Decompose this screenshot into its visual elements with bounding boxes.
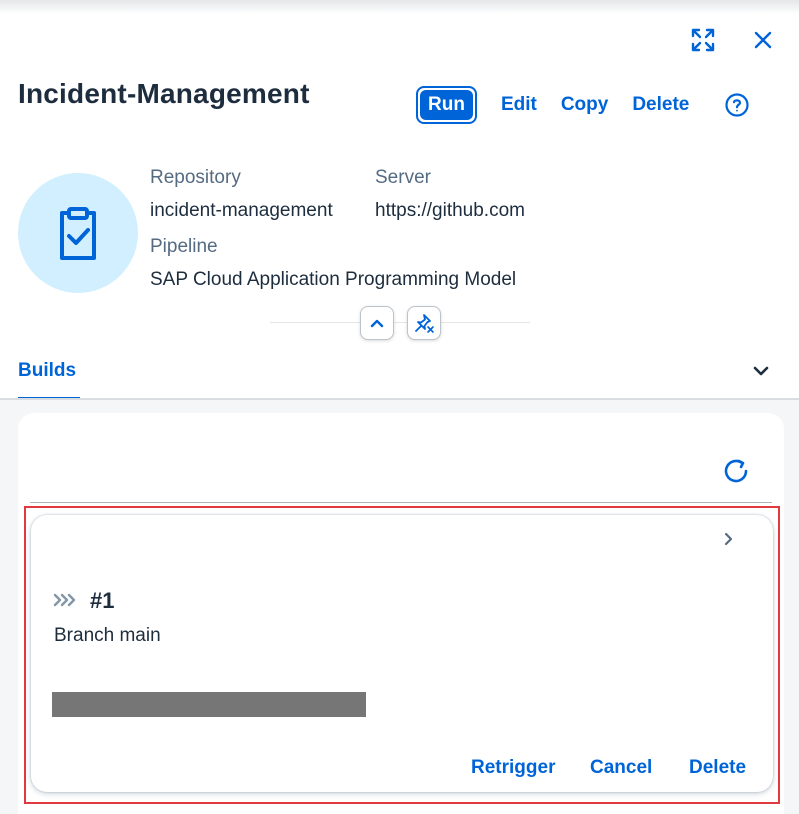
expand-icon[interactable] xyxy=(687,24,719,56)
retrigger-button[interactable]: Retrigger xyxy=(471,757,555,779)
header-actions xyxy=(687,24,779,56)
copy-button[interactable]: Copy xyxy=(561,94,609,116)
pipeline-value: SAP Cloud Application Programming Model xyxy=(150,269,517,290)
panel-separator xyxy=(30,502,772,503)
pipeline-label: Pipeline xyxy=(150,236,218,257)
running-status-icon xyxy=(52,591,78,609)
repository-value: incident-management xyxy=(150,200,333,221)
build-card[interactable] xyxy=(31,515,773,792)
chevron-up-icon xyxy=(370,319,384,328)
avatar xyxy=(18,173,138,293)
chevron-right-icon[interactable] xyxy=(720,528,738,550)
build-branch: Branch main xyxy=(54,625,161,646)
build-delete-button[interactable]: Delete xyxy=(689,757,746,779)
refresh-icon[interactable] xyxy=(720,455,752,487)
help-icon[interactable] xyxy=(725,93,749,117)
unpin-icon xyxy=(415,314,434,333)
header-divider xyxy=(270,322,530,323)
tab-builds[interactable]: Builds xyxy=(18,360,76,382)
page-title: Incident-Management xyxy=(18,78,310,109)
delete-button[interactable]: Delete xyxy=(632,94,689,116)
redacted-content xyxy=(52,692,366,717)
run-button-label: Run xyxy=(420,90,473,120)
clipboard-check-icon xyxy=(60,207,96,260)
close-icon[interactable] xyxy=(747,24,779,56)
repository-label: Repository xyxy=(150,167,241,188)
collapse-header-button[interactable] xyxy=(360,306,394,340)
run-button[interactable]: Run xyxy=(416,86,477,124)
server-value: https://github.com xyxy=(375,200,525,221)
chevron-down-icon[interactable] xyxy=(749,359,773,383)
pin-header-button[interactable] xyxy=(407,306,441,340)
cancel-button[interactable]: Cancel xyxy=(590,757,652,779)
build-number: #1 xyxy=(90,588,115,613)
top-shadow xyxy=(0,0,799,14)
server-label: Server xyxy=(375,167,431,188)
edit-button[interactable]: Edit xyxy=(501,94,537,116)
header-toolbar: Run Edit Copy Delete xyxy=(416,86,749,124)
